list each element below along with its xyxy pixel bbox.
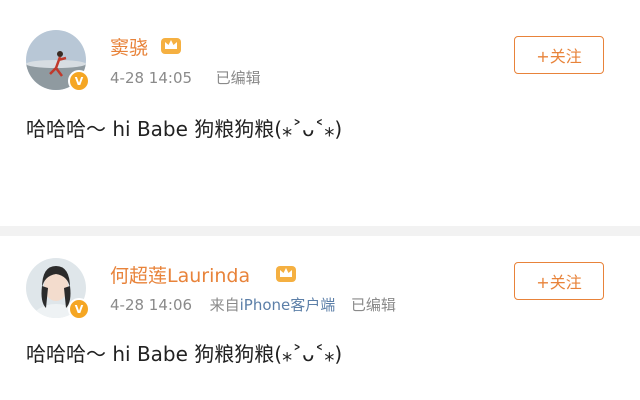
edited-label: 已编辑 xyxy=(350,296,396,314)
post-meta: 4-28 14:06 来自iPhone客户端 已编辑 xyxy=(110,294,396,315)
divider xyxy=(0,226,640,236)
post-content: 哈哈哈～ hi Babe 狗粮狗粮(⁎˃ᴗ˂⁎) xyxy=(26,342,343,366)
post-meta: 4-28 14:05 已编辑 xyxy=(110,67,261,88)
follow-button[interactable]: +关注 xyxy=(514,262,604,300)
source-prefix: 来自 xyxy=(209,296,240,314)
source-link[interactable]: iPhone客户端 xyxy=(240,296,336,314)
timestamp: 4-28 14:05 xyxy=(110,69,193,87)
edited-label: 已编辑 xyxy=(215,69,261,87)
verified-badge: V xyxy=(68,70,90,92)
username[interactable]: 何超莲Laurinda xyxy=(110,261,250,288)
username[interactable]: 窦骁 xyxy=(110,33,148,60)
timestamp: 4-28 14:06 xyxy=(110,296,193,314)
member-crown-icon xyxy=(161,38,181,54)
verified-badge: V xyxy=(68,298,90,320)
post-2: V 何超莲Laurinda 4-28 14:06 来自iPhone客户端 已编辑… xyxy=(0,236,640,400)
post-1: V 窦骁 4-28 14:05 已编辑 +关注 哈哈哈～ hi Babe 狗粮狗… xyxy=(0,0,640,230)
member-crown-icon xyxy=(276,266,296,282)
follow-button[interactable]: +关注 xyxy=(514,36,604,74)
post-content: 哈哈哈～ hi Babe 狗粮狗粮(⁎˃ᴗ˂⁎) xyxy=(26,117,343,141)
